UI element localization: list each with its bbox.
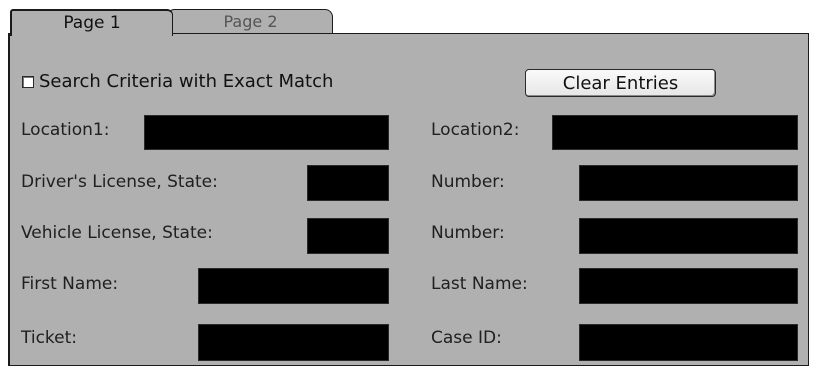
vehicle-license-state-label: Vehicle License, State: — [21, 223, 213, 243]
exact-match-option[interactable]: Search Criteria with Exact Match — [22, 71, 333, 92]
search-form-window: Page 2 Page 1 Search Criteria with Exact… — [0, 0, 815, 369]
first-name-label: First Name: — [21, 274, 119, 294]
tab-page-1[interactable]: Page 1 — [10, 9, 173, 36]
drivers-license-number-field[interactable] — [579, 165, 798, 201]
ticket-field[interactable] — [198, 324, 389, 361]
vehicle-license-state-field[interactable] — [307, 218, 389, 254]
vehicle-license-number-label: Number: — [431, 223, 505, 243]
location1-field[interactable] — [144, 115, 389, 150]
case-id-field[interactable] — [579, 324, 798, 361]
first-name-field[interactable] — [198, 268, 389, 304]
tab-page-2-label: Page 2 — [223, 11, 278, 31]
case-id-label: Case ID: — [431, 328, 502, 348]
last-name-label: Last Name: — [431, 274, 528, 294]
location2-label: Location2: — [431, 120, 520, 140]
location1-label: Location1: — [21, 120, 110, 140]
ticket-label: Ticket: — [21, 328, 78, 348]
tab-page-2[interactable]: Page 2 — [168, 9, 333, 33]
tab-page-1-label: Page 1 — [63, 13, 121, 33]
location2-field[interactable] — [552, 115, 798, 150]
clear-entries-label: Clear Entries — [562, 72, 679, 94]
exact-match-label: Search Criteria with Exact Match — [39, 71, 334, 92]
drivers-license-state-label: Driver's License, State: — [21, 172, 218, 192]
vehicle-license-number-field[interactable] — [579, 218, 798, 254]
clear-entries-button[interactable]: Clear Entries — [525, 69, 716, 97]
exact-match-checkbox[interactable] — [22, 75, 34, 88]
drivers-license-number-label: Number: — [431, 172, 505, 192]
last-name-field[interactable] — [579, 268, 798, 304]
drivers-license-state-field[interactable] — [307, 165, 389, 201]
